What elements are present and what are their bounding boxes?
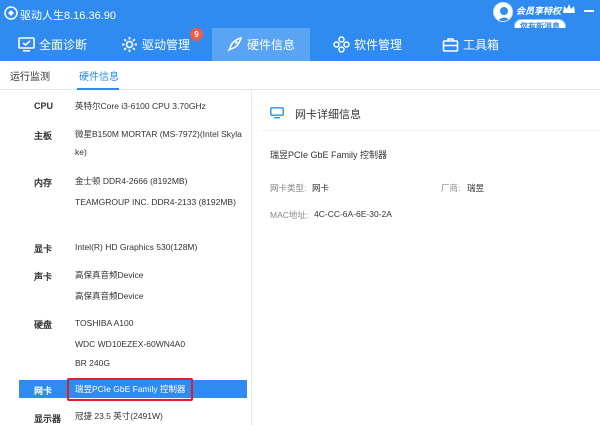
avatar[interactable] [493,2,513,22]
nav-item-diagnosis[interactable]: 全面诊断 [18,28,87,61]
nav-item-label: 硬件信息 [247,38,296,52]
hardware-value-cpu: 英特尔Core i3-6100 CPU 3.70GHz [75,101,206,111]
hardware-value-disk-2: WDC WD10EZEX-60WN4A0 [75,339,186,349]
monitor-check-icon [18,37,35,52]
hardware-value-disk-1: TOSHIBA A100 [75,318,134,328]
monitor-icon [270,107,284,119]
minimize-icon[interactable] [584,10,594,12]
hardware-label-sound: 声卡 [34,272,53,282]
nav-item-label: 驱动管理 [142,38,191,52]
nic-type-value: 网卡 [312,183,330,193]
hardware-label-motherboard: 主板 [34,131,53,141]
rocket-icon [227,36,243,52]
vendor-key: 厂商: [441,183,461,193]
nav-item-driver-manager[interactable]: 驱动管理 [121,28,190,61]
hardware-label-memory: 内存 [34,178,53,188]
hardware-label-graphics: 显卡 [34,244,53,254]
toolbox-icon [442,38,459,52]
apps-icon [333,36,350,53]
gear-icon [122,37,137,52]
hardware-label-cpu: CPU [34,101,54,111]
app-logo-icon [4,6,18,20]
hardware-value-motherboard: 微星B150M MORTAR (MS-7972)(Intel Skylake) [75,129,242,157]
mac-key: MAC地址: [270,210,309,220]
tab-runtime-monitor[interactable]: 运行监测 [10,68,50,83]
main-nav: 全面诊断 驱动管理 9 硬件信息 软件管理 工具箱 [0,28,600,61]
nav-item-software-manager[interactable]: 软件管理 [333,28,402,61]
detail-title: 网卡详细信息 [295,109,361,121]
crown-icon[interactable] [562,3,576,15]
vendor-value: 瑞昱 [467,183,485,193]
driver-update-badge: 9 [190,28,203,41]
hardware-value-network: 瑞昱PCIe GbE Family 控制器 [75,384,186,394]
hardware-value-memory-2: TEAMGROUP INC. DDR4-2133 (8192MB) [75,197,236,207]
nav-item-hardware-info[interactable]: 硬件信息 [212,28,310,61]
nav-item-label: 工具箱 [463,38,500,52]
hardware-label-disk: 硬盘 [34,320,53,330]
detail-device-name: 瑞昱PCIe GbE Family 控制器 [270,150,388,160]
nav-item-label: 软件管理 [354,38,403,52]
nav-item-label: 全面诊断 [39,38,88,52]
sub-tabs: 运行监测 硬件信息 [0,61,600,90]
hardware-value-disk-3: BR 240G [75,358,110,368]
hardware-label-monitor: 显示器 [34,414,62,424]
hardware-value-monitor: 冠捷 23.5 英寸(2491W) [75,411,163,421]
hardware-value-memory-1: 金士顿 DDR4-2666 (8192MB) [75,176,188,186]
hardware-label-network: 网卡 [34,386,53,396]
divider [262,130,600,131]
vip-badge[interactable]: 会员享特权 [512,4,565,18]
nic-type-key: 网卡类型: [270,183,307,193]
hardware-value-sound-2: 高保真音频Device [75,291,144,301]
title-bar: 驱动人生8.16.36.90 会员享特权 您有新消息 [0,0,600,33]
nav-item-toolbox[interactable]: 工具箱 [442,28,499,61]
hardware-value-sound-1: 高保真音频Device [75,270,144,280]
app-title: 驱动人生8.16.36.90 [20,10,116,22]
hardware-value-graphics: Intel(R) HD Graphics 530(128M) [75,242,198,252]
mac-value: 4C-CC-6A-6E-30-2A [314,209,392,219]
user-icon [497,7,511,21]
tab-hardware-info[interactable]: 硬件信息 [79,68,119,83]
